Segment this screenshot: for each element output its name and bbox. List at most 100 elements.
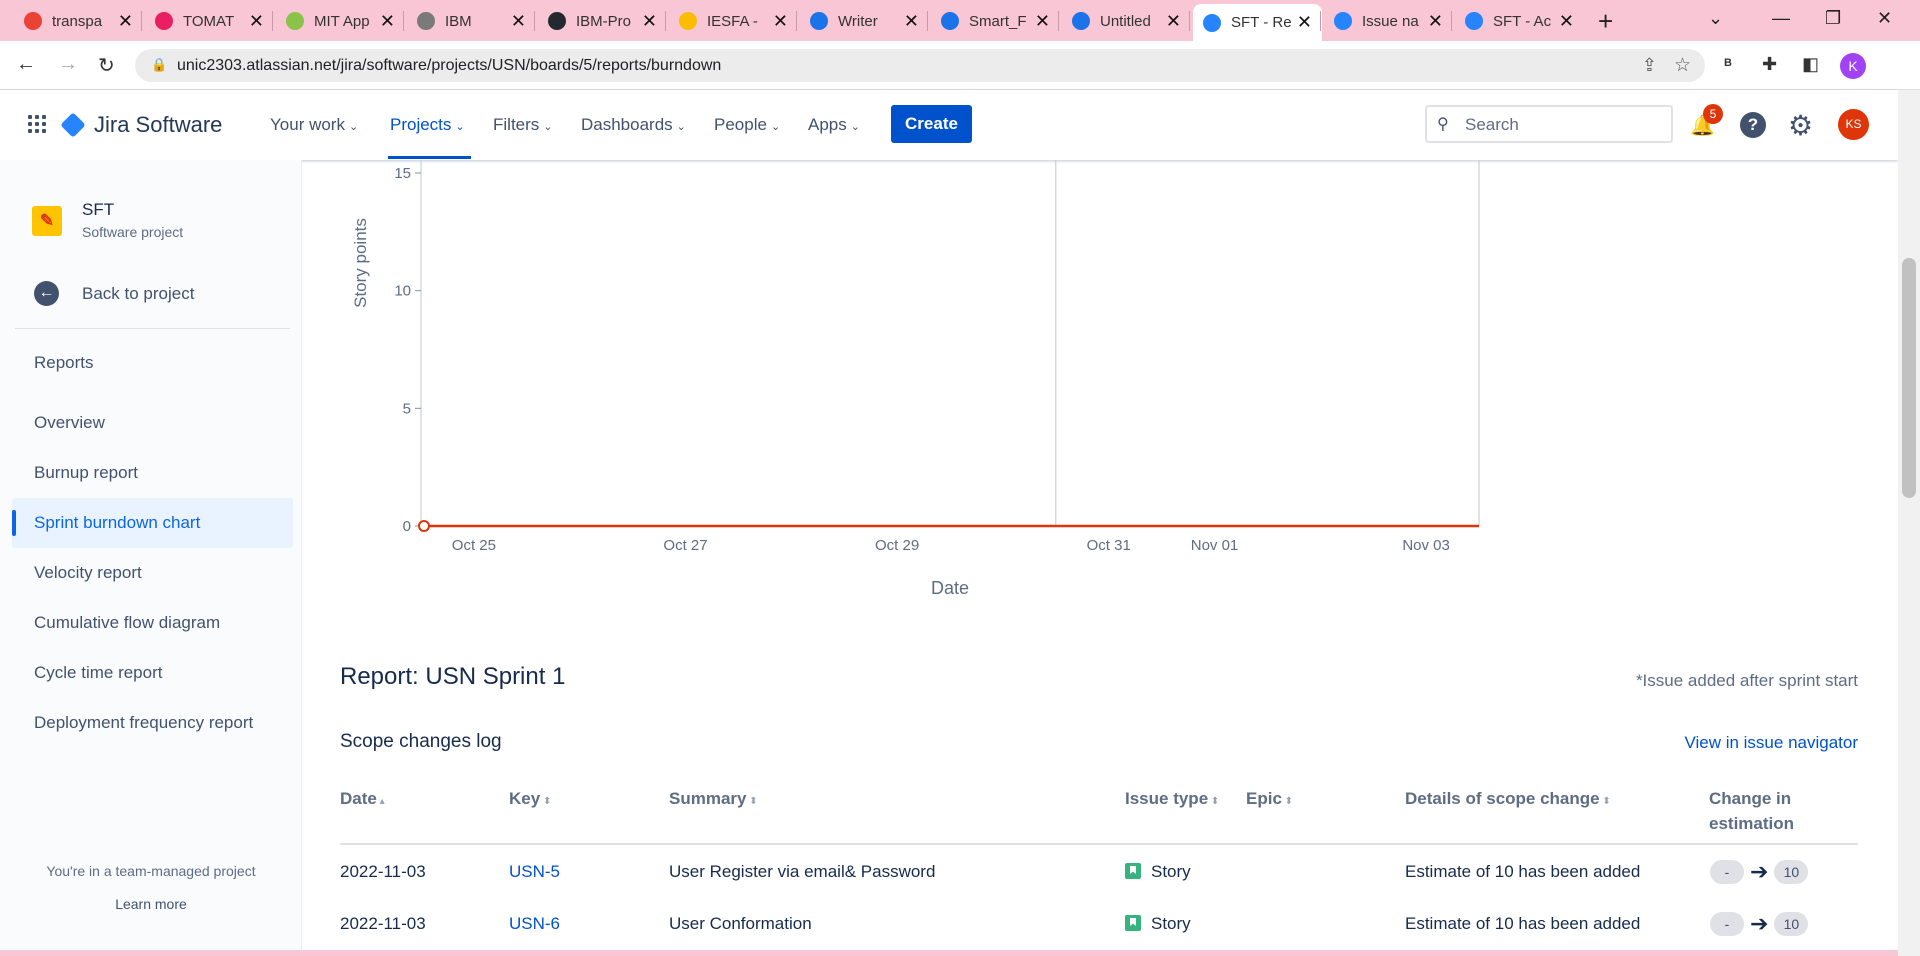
create-button[interactable]: Create [891,105,972,143]
table-row: 2022-11-03 USN-6 User Conformation Story Est… [340,898,1858,950]
nav-dashboards[interactable]: Dashboards ⌄ [581,115,686,135]
settings-gear-icon[interactable]: ⚙ [1788,109,1813,142]
browser-profile-avatar[interactable]: K [1840,53,1866,79]
share-icon[interactable]: ⇪ [1642,55,1657,76]
help-icon[interactable]: ? [1740,112,1766,138]
browser-tab[interactable]: Smart_F ✕ [931,5,1060,37]
tab-favicon-icon [548,12,566,30]
column-header-date[interactable]: Date ▴ [340,786,385,814]
search-icon: ⚲ [1437,116,1449,133]
sidebar-report-item[interactable]: Cycle time report [12,648,293,698]
sidebar-report-item[interactable]: Cumulative flow diagram [12,598,293,648]
row-scope-detail: Estimate of 10 has been added [1405,914,1641,933]
back-to-project-link[interactable]: Back to project [82,284,194,304]
address-bar[interactable]: 🔒 unic2303.atlassian.net/jira/software/p… [135,49,1705,82]
nav-apps[interactable]: Apps ⌄ [808,115,860,135]
chevron-down-icon: ⌄ [676,121,686,133]
tab-close-icon[interactable]: ✕ [249,11,264,32]
tab-close-icon[interactable]: ✕ [1035,11,1050,32]
nav-projects[interactable]: Projects ⌄ [390,115,465,135]
search-input[interactable]: ⚲ Search [1425,105,1673,143]
tab-close-icon[interactable]: ✕ [118,11,133,32]
reload-icon[interactable]: ↻ [98,53,115,78]
sidebar-report-item[interactable]: Sprint burndown chart [12,498,293,548]
column-header-epic[interactable]: Epic ⬍ [1246,786,1293,814]
page-scrollbar-track[interactable] [1898,90,1920,956]
tab-search-chevron-icon[interactable]: ⌄ [1708,8,1723,29]
tab-title: SFT - Ac [1493,12,1552,30]
row-issue-key-link[interactable]: USN-5 [509,846,560,898]
y-tick-label: 10 [394,283,411,300]
user-avatar[interactable]: KS [1838,109,1869,140]
tab-separator [141,11,142,31]
nav-people[interactable]: People ⌄ [714,115,780,135]
browser-tab[interactable]: MIT App ✕ [276,5,405,37]
extensions-puzzle-icon[interactable]: ✚ [1762,54,1777,75]
x-tick-label: Oct 29 [875,537,919,554]
sidebar-report-item[interactable]: Deployment frequency report [12,698,293,748]
column-header-key[interactable]: Key ⬍ [509,786,551,814]
browser-tab[interactable]: SFT - Ac ✕ [1455,5,1584,37]
tab-title: IBM [445,12,472,30]
tab-title: SFT - Re [1231,14,1292,31]
sidebar-divider [15,328,290,329]
table-header-divider [340,843,1858,845]
column-header-summary[interactable]: Summary ⬍ [669,786,758,814]
tab-close-icon[interactable]: ✕ [1428,11,1443,32]
browser-tab[interactable]: Issue na ✕ [1324,5,1453,37]
new-tab-button[interactable]: + [1598,6,1613,37]
row-issue-key-link[interactable]: USN-6 [509,898,560,950]
tab-close-icon[interactable]: ✕ [511,11,526,32]
tab-close-icon[interactable]: ✕ [642,11,657,32]
row-date: 2022-11-03 [340,862,426,881]
browser-tab[interactable]: transpa ✕ [14,5,143,37]
back-arrow-icon[interactable]: ← [16,53,36,76]
tab-title: Writer [838,12,878,30]
tab-close-icon[interactable]: ✕ [1166,11,1181,32]
tab-close-icon[interactable]: ✕ [1297,12,1312,33]
nav-filters[interactable]: Filters ⌄ [493,115,553,135]
app-switcher-icon[interactable] [28,115,46,133]
view-in-issue-navigator-link[interactable]: View in issue navigator [1684,733,1858,753]
tab-favicon-icon [417,12,435,30]
jira-logo[interactable]: Jira Software [60,112,222,138]
y-axis-label: Story points [351,218,370,308]
browser-tab[interactable]: IBM ✕ [407,5,536,37]
browser-tab[interactable]: SFT - Re ✕ [1193,4,1322,41]
nav-your-work[interactable]: Your work ⌄ [270,115,358,135]
burndown-chart: 0 5 10 15 Story points Oct 25 Oct 27 Oct 29 Oct … [351,160,1480,598]
chevron-down-icon: ⌄ [850,121,860,133]
tab-favicon-icon [1072,12,1090,30]
column-header-issue-type[interactable]: Issue type ⬍ [1125,786,1219,814]
side-panel-icon[interactable]: ◧ [1802,54,1819,75]
project-name[interactable]: SFT [82,200,114,220]
back-arrow-circle-icon[interactable]: ← [34,281,59,306]
browser-tab[interactable]: TOMAT ✕ [145,5,274,37]
sidebar-report-item[interactable]: Velocity report [12,548,293,598]
column-header-scope-detail[interactable]: Details of scope change ⬍ [1405,786,1611,814]
tab-title: TOMAT [183,12,235,30]
page-scrollbar-thumb[interactable] [1902,258,1916,498]
bookmark-star-icon[interactable]: ☆ [1674,54,1691,77]
tab-close-icon[interactable]: ✕ [773,11,788,32]
browser-tab[interactable]: Writer ✕ [800,5,929,37]
browser-tab[interactable]: IESFA - ✕ [669,5,798,37]
minimize-icon[interactable]: — [1772,8,1790,29]
tab-close-icon[interactable]: ✕ [380,11,395,32]
tab-close-icon[interactable]: ✕ [1559,11,1574,32]
close-window-icon[interactable]: ✕ [1877,8,1892,29]
tab-close-icon[interactable]: ✕ [904,11,919,32]
restore-icon[interactable]: ❐ [1825,8,1841,29]
forward-arrow-icon[interactable]: → [58,53,78,76]
lock-icon[interactable]: 🔒 [151,57,167,73]
url-text[interactable]: unic2303.atlassian.net/jira/software/pro… [177,57,721,75]
browser-tab[interactable]: IBM-Pro ✕ [538,5,667,37]
project-avatar-icon[interactable]: ✎ [32,206,62,236]
extension-b-icon[interactable]: B [1724,57,1732,69]
sidebar-report-item[interactable]: Overview [12,398,293,448]
learn-more-link[interactable]: Learn more [0,896,302,912]
browser-tab[interactable]: Untitled ✕ [1062,5,1191,37]
sidebar-report-item[interactable]: Burnup report [12,448,293,498]
x-tick-label: Oct 27 [663,537,707,554]
tab-title: IBM-Pro [576,12,632,30]
